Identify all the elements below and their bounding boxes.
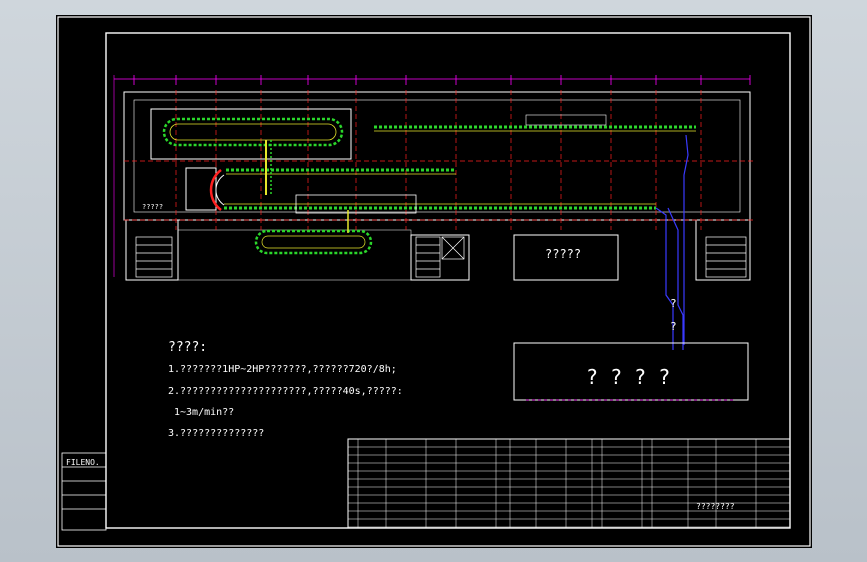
- dimension-ticks: [133, 75, 751, 85]
- title-block: ????????: [347, 438, 791, 529]
- outdoor-mark-1: ?: [670, 297, 677, 310]
- pipe-route: [655, 134, 689, 350]
- general-notes: ????: 1.???????1HP~2HP???????,??????720?…: [168, 340, 403, 439]
- filename-label: FILENO.: [66, 458, 100, 467]
- top-conveyor: [374, 114, 696, 132]
- drawing-canvas: FILENO. ????? ????? ? ? ? ? ? ? ????: 1.…: [57, 16, 811, 547]
- upper-loop-area: [150, 108, 352, 160]
- left-area-label: ?????: [142, 203, 163, 211]
- cad-viewport: FILENO. ????? ????? ? ? ? ? ? ? ????: 1.…: [0, 0, 867, 562]
- notes-heading: ????:: [168, 340, 207, 355]
- lower-loop: [254, 210, 373, 255]
- notes-line-3: 1~3m/min??: [174, 407, 234, 418]
- outdoor-mark-2: ?: [670, 320, 677, 333]
- notes-line-4: 3.??????????????: [168, 428, 264, 439]
- filename-strip: FILENO.: [61, 452, 107, 531]
- building-outline: [113, 75, 751, 281]
- notes-line-2: 2.?????????????????????,?????40s,?????:: [168, 386, 403, 397]
- title-block-drawing-title: ????????: [696, 502, 735, 511]
- room-label: ?????: [545, 247, 581, 261]
- stairs: [135, 236, 747, 278]
- building-label: ? ? ? ?: [586, 365, 670, 389]
- outer-frame: [57, 16, 811, 547]
- middle-conveyor: [185, 140, 656, 214]
- notes-line-1: 1.???????1HP~2HP???????,??????720?/8h;: [168, 364, 397, 375]
- drawing-sheet: FILENO. ????? ????? ? ? ? ? ? ? ????: 1.…: [56, 15, 812, 548]
